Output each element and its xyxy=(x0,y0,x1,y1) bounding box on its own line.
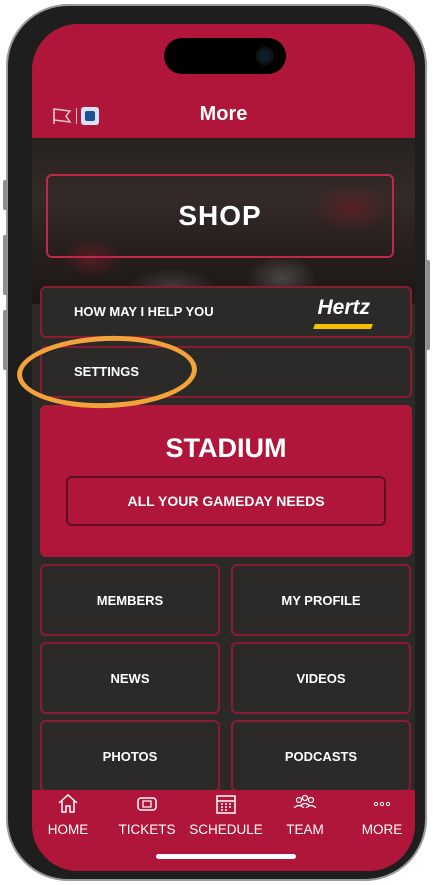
calendar-icon xyxy=(216,795,236,814)
stadium-title: STADIUM xyxy=(165,433,287,463)
help-label: HOW MAY I HELP YOU xyxy=(74,304,214,319)
volume-down-button xyxy=(3,310,7,370)
volume-up-button xyxy=(3,235,7,295)
tab-team-label: TEAM xyxy=(286,822,324,837)
tab-schedule-label: SCHEDULE xyxy=(189,822,263,837)
home-indicator[interactable] xyxy=(156,854,296,859)
hertz-logo-bar xyxy=(313,324,373,329)
ticket-icon xyxy=(137,797,157,811)
camera-icon xyxy=(256,47,274,65)
tab-team[interactable]: TEAM xyxy=(267,792,343,837)
podcasts-tile[interactable]: PODCASTS xyxy=(231,720,411,792)
team-icon xyxy=(293,794,317,809)
videos-tile[interactable]: VIDEOS xyxy=(231,642,411,714)
dynamic-island xyxy=(164,38,286,74)
gameday-button[interactable]: ALL YOUR GAMEDAY NEEDS xyxy=(66,476,386,526)
tab-tickets-label: TICKETS xyxy=(118,822,176,837)
my-profile-tile[interactable]: MY PROFILE xyxy=(231,564,411,636)
tab-tickets[interactable]: TICKETS xyxy=(109,792,185,837)
mute-switch xyxy=(3,180,7,210)
news-tile[interactable]: NEWS xyxy=(40,642,220,714)
power-button xyxy=(426,260,430,350)
members-tile[interactable]: MEMBERS xyxy=(40,564,220,636)
stadium-card[interactable]: STADIUM ALL YOUR GAMEDAY NEEDS xyxy=(40,405,412,557)
photos-tile[interactable]: PHOTOS xyxy=(40,720,220,792)
page-title: More xyxy=(199,103,248,125)
tab-home[interactable]: HOME xyxy=(32,792,106,837)
more-icon xyxy=(373,801,391,807)
help-row[interactable]: HOW MAY I HELP YOU Hertz xyxy=(40,286,412,338)
tab-more[interactable]: MORE xyxy=(344,792,415,837)
tab-home-label: HOME xyxy=(47,822,89,837)
tab-schedule[interactable]: SCHEDULE xyxy=(188,792,264,837)
home-icon xyxy=(58,793,78,813)
header-bar: More xyxy=(32,24,415,138)
app-screen: More SHOP HOW MAY I HELP YOU Hertz SETTI… xyxy=(32,24,415,871)
tab-more-label: MORE xyxy=(361,822,403,837)
hertz-logo: Hertz xyxy=(317,296,370,319)
shop-label: SHOP xyxy=(178,200,262,231)
shop-button[interactable]: SHOP xyxy=(46,174,394,258)
shop-banner[interactable]: SHOP xyxy=(32,138,415,304)
